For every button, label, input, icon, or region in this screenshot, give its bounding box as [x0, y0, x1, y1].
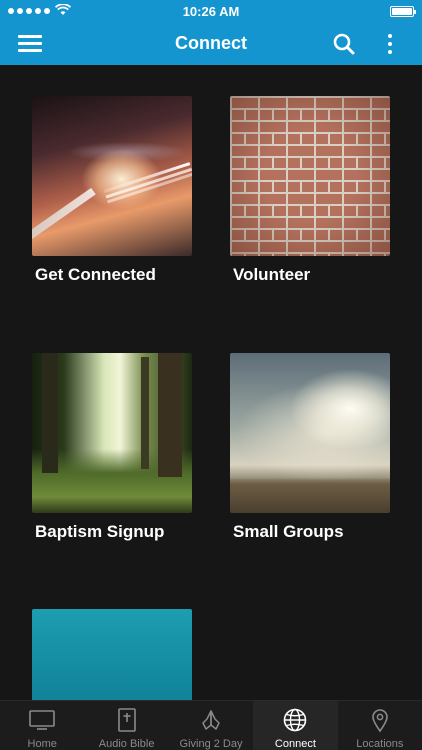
tile-label: Get Connected	[35, 265, 156, 284]
battery-icon	[390, 5, 416, 17]
praying-hands-icon	[197, 707, 225, 733]
tab-connect[interactable]: Connect	[253, 701, 338, 750]
tab-label: Connect	[274, 738, 316, 750]
bible-icon	[113, 707, 141, 733]
search-icon[interactable]	[332, 32, 356, 56]
tile-label: Small Groups	[233, 522, 344, 541]
brick-wall-image	[230, 96, 390, 256]
tile-small-groups[interactable]: Small Groups	[230, 353, 392, 542]
tile-label: Baptism Signup	[35, 522, 165, 541]
signal-dots-icon	[8, 8, 50, 14]
tile-partial[interactable]	[32, 609, 194, 700]
tv-icon	[28, 707, 56, 733]
page-title: Connect	[175, 33, 247, 53]
tab-bar: Home Audio Bible Giving 2 Day Connect Lo…	[0, 700, 422, 750]
map-pin-icon	[366, 707, 394, 733]
tile-get-connected[interactable]: Get Connected	[32, 96, 194, 285]
tab-label: Home	[27, 738, 57, 750]
road-lights-image	[32, 96, 192, 256]
tab-label: Giving 2 Day	[179, 738, 243, 750]
nav-bar: Connect	[0, 22, 422, 65]
tile-label: Volunteer	[233, 265, 311, 284]
tab-locations[interactable]: Locations	[338, 701, 422, 750]
tile-baptism-signup[interactable]: Baptism Signup	[32, 353, 194, 542]
more-vertical-icon[interactable]	[380, 30, 400, 58]
tab-label: Locations	[356, 738, 404, 750]
wifi-icon	[54, 2, 72, 19]
tab-label: Audio Bible	[98, 738, 155, 750]
teal-sky-image	[32, 609, 192, 700]
status-left	[8, 2, 88, 19]
clouds-image	[230, 353, 390, 513]
status-bar: 10:26 AM	[0, 0, 422, 22]
tab-audio-bible[interactable]: Audio Bible	[84, 701, 168, 750]
tab-home[interactable]: Home	[0, 701, 84, 750]
tab-giving[interactable]: Giving 2 Day	[169, 701, 253, 750]
connect-grid: Get Connected Volunteer Baptism Signup S…	[0, 65, 422, 700]
app-screen: 10:26 AM Connect Get Connected Volunteer	[0, 0, 422, 750]
forest-image	[32, 353, 192, 513]
globe-icon	[281, 707, 309, 733]
tile-volunteer[interactable]: Volunteer	[230, 96, 392, 285]
